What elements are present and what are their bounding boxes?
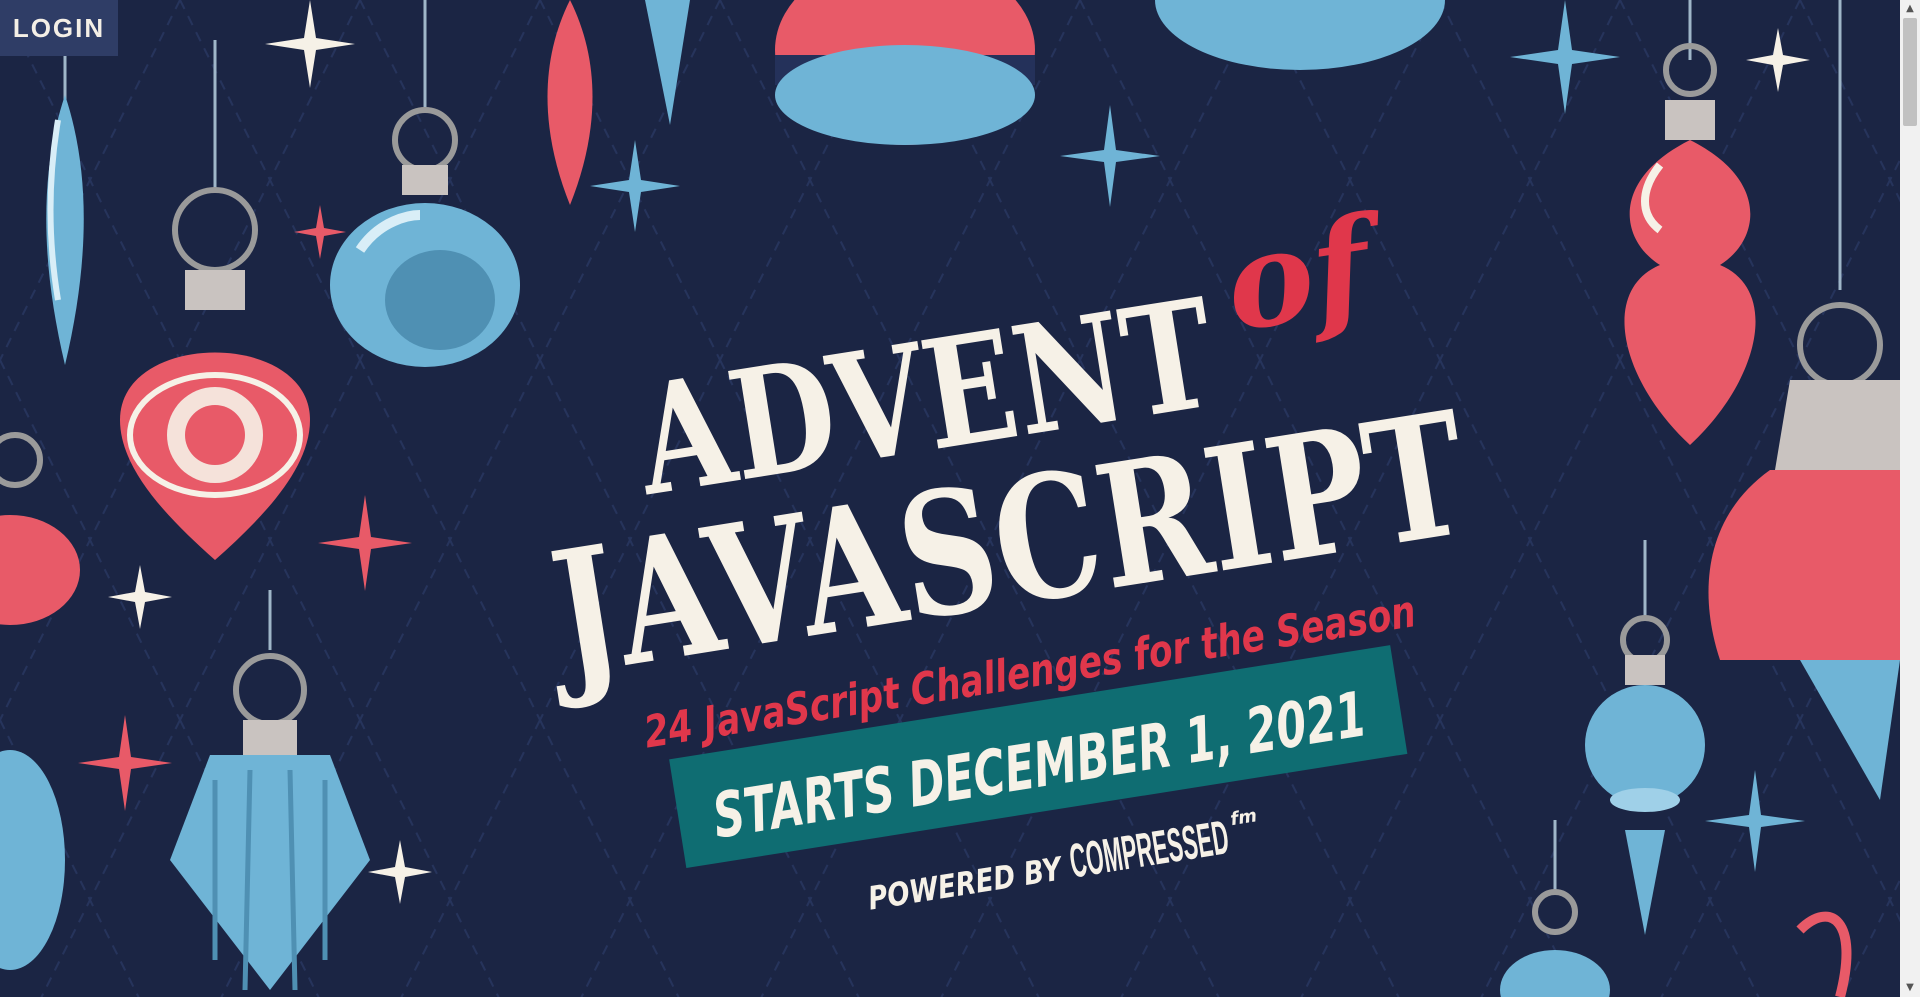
login-button[interactable]: LOGIN bbox=[0, 0, 118, 56]
scroll-arrow-up-icon[interactable]: ▲ bbox=[1900, 0, 1920, 18]
scrollbar-thumb[interactable] bbox=[1903, 18, 1917, 126]
hero-background: LOGIN ADVENT of JAVASCRIPT 24 JavaScript… bbox=[0, 0, 1900, 997]
page-scrollbar[interactable]: ▲ ▼ bbox=[1900, 0, 1920, 997]
scroll-arrow-down-icon[interactable]: ▼ bbox=[1900, 979, 1920, 997]
ornament-illustration bbox=[0, 0, 1900, 997]
